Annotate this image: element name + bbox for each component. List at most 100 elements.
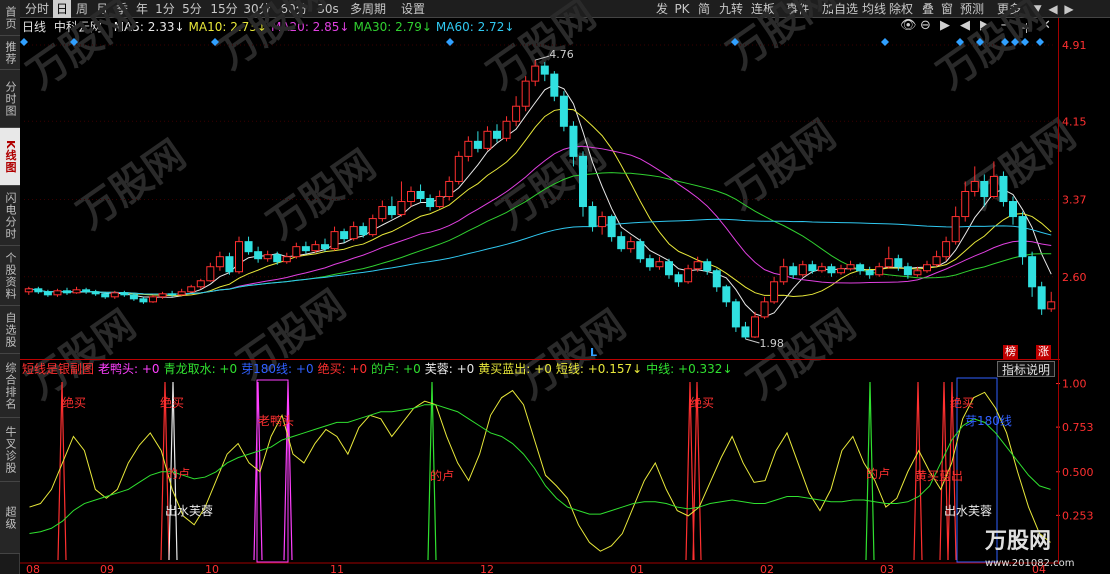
candle-body — [254, 251, 263, 260]
signal-label-4: 出水芙蓉 — [165, 504, 213, 518]
candle-body — [282, 256, 291, 263]
candle-body — [397, 201, 406, 216]
candle-body — [779, 266, 788, 283]
candle-body — [139, 298, 148, 303]
candle-body — [913, 270, 922, 276]
sub-legend-item-3: 芽180线: +0 — [241, 362, 314, 376]
indicator-explain-button[interactable]: 指标说明 — [997, 361, 1055, 377]
l-marker: L — [590, 346, 597, 359]
candle-body — [435, 196, 444, 208]
candle-body — [999, 175, 1008, 203]
candle-body — [569, 125, 578, 157]
rise-badge[interactable]: 涨 — [1036, 345, 1051, 359]
candle-body — [540, 65, 549, 75]
x-tick-1: 09 — [100, 563, 114, 574]
watermark-text-0: 万股网 — [19, 0, 144, 98]
candle-body — [837, 268, 845, 274]
candle-body — [980, 180, 989, 198]
candle-body — [321, 244, 329, 250]
candle-body — [120, 292, 129, 296]
watermark-text-4: 万股网 — [929, 0, 1054, 98]
candle-body — [368, 218, 377, 236]
candle-body — [72, 289, 81, 294]
x-tick-0: 08 — [26, 563, 40, 574]
candle-body — [789, 266, 798, 276]
signal-label-5: 的卢 — [430, 468, 454, 483]
candle-body — [1047, 301, 1056, 310]
candle-body — [827, 266, 836, 274]
watermark-text-1: 万股网 — [209, 0, 334, 78]
watermark-text-2: 万股网 — [479, 0, 604, 98]
signal-label-6: 绝买 — [690, 395, 714, 410]
price-tick-1: 4.15 — [1062, 115, 1087, 128]
candle-body — [292, 246, 301, 258]
candle-body — [598, 216, 607, 228]
candle-body — [961, 190, 970, 218]
sub-indicator-legend: 短线是银副图 老鸭头: +0 青龙取水: +0 芽180线: +0 绝买: +0 的卢: … — [22, 361, 737, 377]
candle-body — [693, 261, 702, 270]
ranking-badge[interactable]: 榜 — [1003, 345, 1018, 359]
candle-body — [158, 293, 167, 298]
candle-body — [1018, 216, 1027, 258]
candle-body — [903, 266, 912, 276]
candle-body — [951, 216, 960, 243]
candle-body — [263, 254, 272, 260]
candle-body — [817, 266, 826, 272]
candle-body — [942, 241, 951, 258]
candle-body — [970, 180, 979, 192]
sub-legend-item-2: 青龙取水: +0 — [163, 362, 238, 376]
x-tick-7: 03 — [880, 563, 894, 574]
candle-body — [808, 264, 817, 272]
candle-body — [712, 270, 721, 288]
candle-body — [473, 140, 482, 149]
candle-body — [1028, 256, 1037, 288]
candle-body — [626, 241, 635, 250]
candle-body — [225, 256, 234, 273]
candle-body — [235, 241, 243, 273]
candle-body — [722, 286, 731, 303]
sub-legend-item-7: 黄买蓝出: +0 — [478, 362, 552, 376]
candle-body — [674, 274, 683, 283]
candle-body — [483, 130, 492, 149]
sub-legend-item-0: 短线是银副图 — [22, 362, 95, 376]
candle-body — [559, 95, 568, 127]
candle-body — [731, 301, 740, 328]
signal-label-2: 老鸭头 — [258, 414, 294, 428]
candle-body — [1037, 286, 1046, 310]
price-tick-0: 4.91 — [1062, 39, 1087, 52]
candle-body — [932, 256, 941, 266]
candle-body — [703, 261, 712, 272]
watermark-url: www.201082.com — [985, 558, 1075, 569]
candle-body — [550, 73, 559, 97]
candle-body — [521, 80, 530, 107]
candle-body — [273, 254, 282, 263]
candle-body — [53, 290, 62, 296]
low-label: 1.98 — [759, 337, 784, 350]
candle-body — [588, 206, 597, 228]
candle-body — [387, 206, 396, 216]
candle-body — [340, 231, 349, 240]
x-tick-3: 11 — [330, 563, 344, 574]
sub-legend-item-1: 老鸭头: +0 — [98, 362, 160, 376]
candle-body — [34, 288, 43, 293]
candle-body — [244, 241, 253, 253]
sub-tick-3: 0.253 — [1062, 509, 1094, 522]
price-tick-2: 3.37 — [1062, 194, 1087, 207]
candle-body — [884, 258, 893, 268]
candle-body — [770, 281, 779, 303]
candle-body — [875, 266, 884, 276]
candle-body — [359, 226, 368, 236]
sub-legend-item-4: 绝买: +0 — [317, 362, 368, 376]
candle-body — [43, 291, 52, 296]
x-tick-5: 01 — [630, 563, 644, 574]
candle-body — [684, 268, 693, 283]
signal-label-11: 芽180线 — [965, 414, 1012, 428]
candle-body — [206, 266, 215, 282]
candle-body — [636, 241, 645, 260]
sub-legend-item-9: 中线: +0.332↓ — [646, 362, 733, 376]
candle-body — [416, 190, 425, 200]
sub-tick-0: 1.00 — [1062, 378, 1087, 391]
signal-label-9: 绝买 — [950, 395, 974, 410]
candle-body — [579, 155, 587, 208]
candle-body — [493, 130, 501, 139]
